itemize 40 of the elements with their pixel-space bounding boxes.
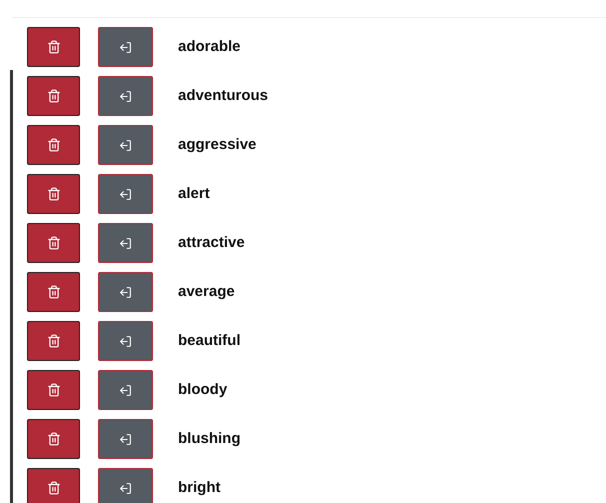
delete-button[interactable] xyxy=(27,321,80,361)
exit-icon xyxy=(119,432,132,446)
delete-button[interactable] xyxy=(27,272,80,312)
exit-icon xyxy=(119,40,132,54)
delete-button[interactable] xyxy=(27,125,80,165)
delete-button[interactable] xyxy=(27,174,80,214)
word-label: attractive xyxy=(178,232,245,253)
delete-button[interactable] xyxy=(27,223,80,263)
trash-icon xyxy=(46,89,60,103)
word-label: adorable xyxy=(178,36,241,57)
word-label: aggressive xyxy=(178,134,256,155)
trash-icon xyxy=(46,383,60,397)
delete-button[interactable] xyxy=(27,468,80,503)
delete-button[interactable] xyxy=(27,419,80,459)
delete-button[interactable] xyxy=(27,76,80,116)
word-label: bloody xyxy=(178,380,228,400)
exit-icon xyxy=(119,90,132,102)
trash-icon xyxy=(46,187,60,201)
exit-icon xyxy=(119,482,132,494)
trash-icon xyxy=(46,138,60,152)
exit-icon xyxy=(119,236,132,250)
exit-icon xyxy=(119,286,132,298)
trash-icon xyxy=(46,236,60,250)
exit-icon xyxy=(119,384,132,396)
trash-icon xyxy=(46,432,60,446)
trash-icon xyxy=(46,40,60,54)
word-label: blushing xyxy=(178,428,240,449)
word-label: average xyxy=(178,282,235,302)
trash-icon xyxy=(46,334,60,348)
exit-icon xyxy=(119,188,132,200)
trash-icon xyxy=(46,481,60,495)
delete-button[interactable] xyxy=(27,27,80,67)
trash-icon xyxy=(46,285,60,299)
exit-icon xyxy=(119,334,132,348)
word-label: adventurous xyxy=(178,86,268,106)
word-label: beautiful xyxy=(178,330,240,351)
exit-icon xyxy=(119,138,132,152)
word-label: bright xyxy=(178,478,220,498)
delete-button[interactable] xyxy=(27,370,80,410)
word-label: alert xyxy=(178,184,210,204)
